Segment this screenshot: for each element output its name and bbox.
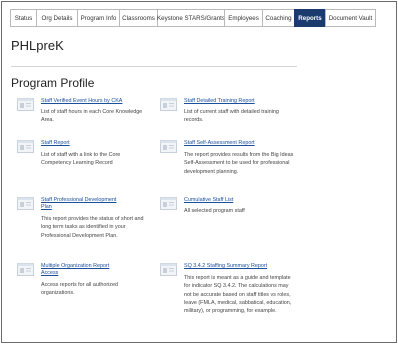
tab-org-details[interactable]: Org Details (36, 9, 77, 27)
tab-program-info[interactable]: Program Info (77, 9, 119, 27)
title-divider (11, 66, 297, 67)
tab-coaching[interactable]: Coaching (262, 9, 294, 27)
report-description: This report is meant as a guide and temp… (184, 275, 292, 315)
report-icon (17, 197, 34, 210)
tab-employees[interactable]: Employees (224, 9, 262, 27)
report-link-multiple-organization-access[interactable]: Multiple Organization Report Access (41, 263, 123, 277)
report-link-staff-verified-event-hours[interactable]: Staff Verified Event Hours by CKA (41, 98, 145, 105)
report-icon (160, 140, 177, 153)
main-tabs: Status Org Details Program Info Classroo… (10, 9, 392, 27)
report-description: List of staff hours in each Core Knowled… (41, 109, 143, 124)
tab-document-vault[interactable]: Document Vault (325, 9, 376, 27)
section-title: Program Profile (11, 76, 95, 90)
report-link-staff-report[interactable]: Staff Report (41, 140, 145, 147)
report-icon (160, 197, 177, 210)
report-link-staff-professional-development-plan[interactable]: Staff Professional Development Plan (41, 197, 125, 211)
tab-status[interactable]: Status (10, 9, 36, 27)
app-title: PHLpreK (11, 38, 64, 53)
report-icon (17, 263, 34, 276)
tab-keystone-stars-grants[interactable]: Keystone STARS/Grants (157, 9, 225, 27)
tab-reports[interactable]: Reports (294, 9, 325, 27)
report-link-staff-detailed-training[interactable]: Staff Detailed Training Report (184, 98, 288, 105)
report-link-sq-3-4-2-staffing-summary[interactable]: SQ 3.4.2 Staffing Summary Report (184, 263, 288, 270)
report-icon (17, 140, 34, 153)
tab-classrooms[interactable]: Classrooms (119, 9, 157, 27)
report-link-staff-self-assessment[interactable]: Staff Self-Assessment Report (184, 140, 288, 147)
report-description: This report provides the status of short… (41, 216, 144, 239)
report-icon (17, 98, 34, 111)
report-icon (160, 98, 177, 111)
report-description: List of current staff with detailed trai… (184, 109, 279, 124)
report-description: List of staff with a link to the Core Co… (41, 152, 121, 167)
report-description: Access reports for all authorized organi… (41, 282, 119, 297)
report-link-cumulative-staff-list[interactable]: Cumulative Staff List (184, 197, 288, 204)
report-icon (160, 263, 177, 276)
report-description: All selected program staff (184, 208, 245, 214)
report-description: The report provides results from the Big… (184, 152, 294, 175)
